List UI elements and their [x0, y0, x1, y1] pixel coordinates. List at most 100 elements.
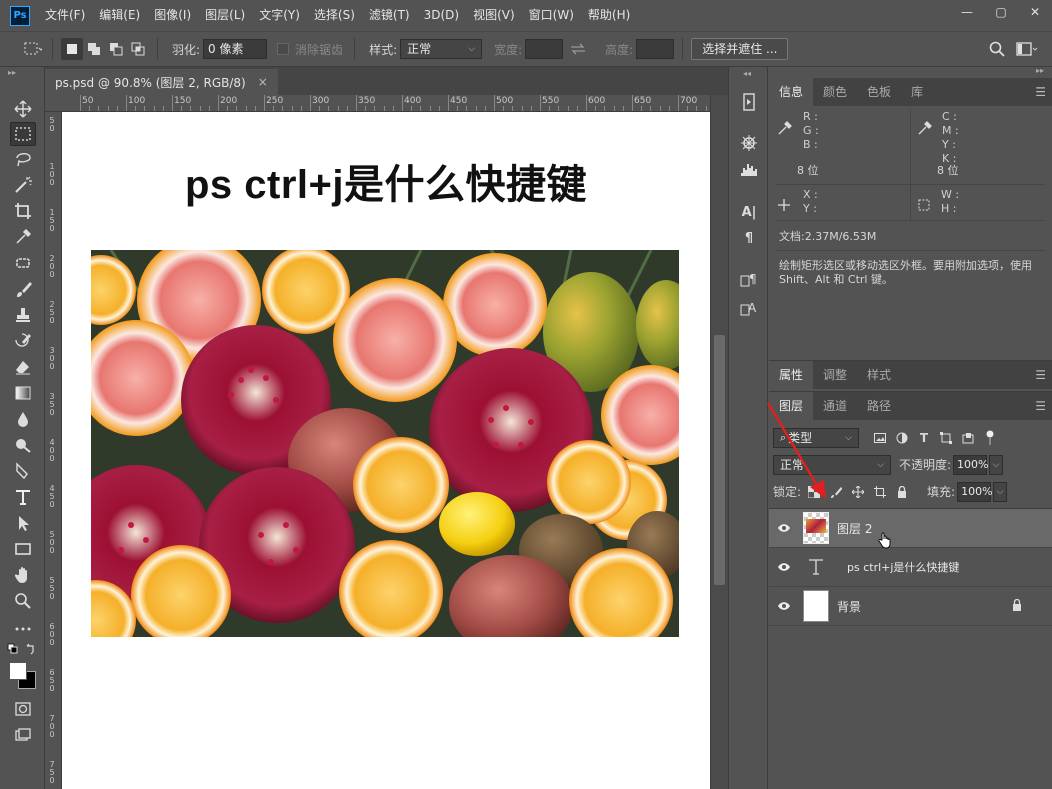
info-panel-tab[interactable]: 信息 — [769, 78, 814, 106]
fill-input[interactable]: 100% — [957, 481, 993, 502]
panel-grip-icon[interactable]: ▸▸ — [0, 67, 44, 79]
feather-input[interactable]: 0 像素 — [203, 39, 268, 59]
lasso-tool-icon[interactable] — [10, 147, 36, 171]
path-selection-tool-icon[interactable] — [10, 511, 36, 535]
menu-item[interactable]: 视图(V) — [466, 0, 522, 31]
close-button[interactable]: ✕ — [1018, 0, 1052, 24]
menu-item[interactable]: 滤镜(T) — [362, 0, 417, 31]
eraser-tool-icon[interactable] — [10, 355, 36, 379]
properties-panel-tab[interactable]: 调整 — [813, 361, 857, 389]
dock-collapse-icon[interactable]: ◂◂ — [743, 69, 751, 78]
menu-item[interactable]: 窗口(W) — [522, 0, 581, 31]
height-input[interactable] — [636, 39, 675, 59]
close-tab-icon[interactable]: × — [258, 75, 268, 89]
style-select[interactable]: 正常 ⌵ — [400, 39, 483, 59]
gradient-tool-icon[interactable] — [10, 381, 36, 405]
search-icon[interactable] — [986, 38, 1008, 60]
restore-button[interactable]: ▢ — [984, 0, 1018, 24]
add-to-selection-icon[interactable] — [83, 38, 105, 60]
menu-item[interactable]: 3D(D) — [417, 0, 466, 31]
width-input[interactable] — [525, 39, 564, 59]
properties-panel-tab[interactable]: 样式 — [857, 361, 901, 389]
paragraph-styles-icon[interactable]: ¶ — [737, 268, 761, 290]
lock-position-icon[interactable] — [847, 482, 869, 502]
subtract-from-selection-icon[interactable] — [105, 38, 127, 60]
brush-tool-icon[interactable] — [10, 277, 36, 301]
history-brush-tool-icon[interactable] — [10, 329, 36, 353]
dodge-tool-icon[interactable] — [10, 433, 36, 457]
crop-tool-icon[interactable] — [10, 199, 36, 223]
info-panel-tab[interactable]: 库 — [901, 78, 933, 106]
panel-collapse-icon[interactable]: ▸▸ — [1036, 66, 1044, 75]
quick-mask-icon[interactable] — [10, 697, 36, 721]
character-styles-icon[interactable]: A — [737, 297, 761, 319]
filter-smart-object-icon[interactable] — [957, 428, 979, 448]
select-and-mask-button[interactable]: 选择并遮住 ... — [691, 38, 789, 60]
layers-menu-icon[interactable]: ☰ — [1035, 392, 1046, 420]
filter-shape-icon[interactable] — [935, 428, 957, 448]
filter-adjustment-icon[interactable] — [891, 428, 913, 448]
pen-tool-icon[interactable] — [10, 459, 36, 483]
properties-panel-tab[interactable]: 属性 — [769, 361, 814, 389]
healing-brush-tool-icon[interactable] — [10, 251, 36, 275]
foreground-color-swatch[interactable] — [9, 662, 27, 680]
move-tool-icon[interactable] — [10, 97, 36, 121]
opacity-input[interactable]: 100% — [953, 454, 989, 475]
rectangular-marquee-tool-icon[interactable] — [10, 122, 36, 146]
new-selection-icon[interactable] — [61, 38, 83, 60]
lock-all-icon[interactable] — [891, 482, 913, 502]
rectangle-tool-icon[interactable] — [10, 537, 36, 561]
filter-type-icon[interactable]: T — [913, 428, 935, 448]
horizontal-ruler[interactable]: 50 100 150 200 250 300 350 400 450 500 550 600 650 70… — [45, 95, 728, 112]
menu-item[interactable]: 选择(S) — [307, 0, 362, 31]
character-panel-icon[interactable]: A| — [737, 201, 761, 223]
info-panel-tab[interactable]: 颜色 — [813, 78, 857, 106]
type-tool-icon[interactable] — [10, 485, 36, 509]
clone-stamp-tool-icon[interactable] — [10, 303, 36, 327]
antialias-checkbox[interactable] — [277, 43, 290, 55]
menu-item[interactable]: 帮助(H) — [581, 0, 637, 31]
menu-item[interactable]: 图层(L) — [198, 0, 252, 31]
marquee-preset-icon[interactable] — [22, 38, 44, 60]
filter-pixel-icon[interactable] — [869, 428, 891, 448]
minimize-button[interactable]: — — [950, 0, 984, 24]
properties-menu-icon[interactable]: ☰ — [1035, 361, 1046, 389]
workspace-icon[interactable] — [1016, 38, 1038, 60]
eyedropper-tool-icon[interactable] — [10, 225, 36, 249]
intersect-selection-icon[interactable] — [127, 38, 149, 60]
menu-item[interactable]: 文字(Y) — [252, 0, 307, 31]
vertical-ruler[interactable]: 5 0 1 0 0 1 5 0 2 0 0 2 5 0 3 0 0 3 5 0 4 0 0 4 … — [45, 112, 62, 789]
canvas-vertical-scrollbar[interactable] — [710, 95, 728, 789]
navigator-wheel-icon[interactable] — [737, 132, 761, 154]
menu-item[interactable]: 文件(F) — [38, 0, 92, 31]
more-tools-icon[interactable] — [10, 617, 36, 641]
opacity-dropdown-icon[interactable]: ⌵ — [989, 454, 1004, 475]
hand-tool-icon[interactable] — [10, 563, 36, 587]
filter-toggle-icon[interactable] — [979, 428, 1001, 448]
layer-row-layer2[interactable]: 图层 2 — [769, 509, 1052, 549]
menu-item[interactable]: 图像(I) — [147, 0, 198, 31]
blur-tool-icon[interactable] — [10, 407, 36, 431]
info-panel-tab[interactable]: 色板 — [857, 78, 901, 106]
zoom-tool-icon[interactable] — [10, 589, 36, 613]
default-colors-icon[interactable] — [7, 643, 37, 657]
lock-artboard-icon[interactable] — [869, 482, 891, 502]
layers-panel-tab[interactable]: 路径 — [857, 392, 901, 420]
visibility-eye-icon[interactable] — [769, 601, 799, 611]
document-tab[interactable]: ps.psd @ 90.8% (图层 2, RGB/8) × — [45, 69, 278, 95]
document-canvas[interactable]: ps ctrl+j是什么快捷键 — [62, 112, 710, 789]
magic-wand-tool-icon[interactable] — [10, 173, 36, 197]
screen-mode-icon[interactable] — [10, 723, 36, 747]
swap-icon[interactable] — [567, 38, 589, 60]
history-panel-icon[interactable] — [737, 91, 761, 113]
histogram-icon[interactable] — [737, 159, 761, 181]
scrollbar-thumb[interactable] — [714, 335, 725, 585]
panel-menu-icon[interactable]: ☰ — [1035, 78, 1046, 106]
visibility-eye-icon[interactable] — [769, 562, 799, 572]
fill-dropdown-icon[interactable]: ⌵ — [993, 481, 1008, 502]
layer-row-text[interactable]: ps ctrl+j是什么快捷键 — [769, 548, 1052, 587]
layer-row-background[interactable]: 背景 — [769, 587, 1052, 626]
paragraph-panel-icon[interactable]: ¶ — [737, 227, 761, 249]
color-swatches[interactable] — [8, 661, 38, 691]
menu-item[interactable]: 编辑(E) — [92, 0, 147, 31]
